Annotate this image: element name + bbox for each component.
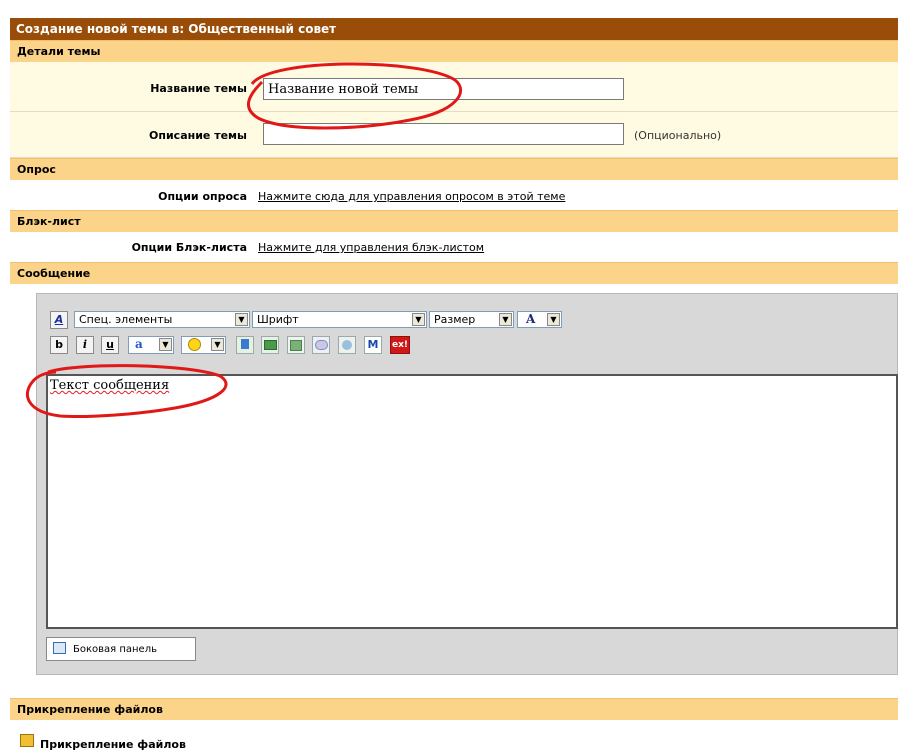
row-poll: Опции опроса Нажмите сюда для управления…	[10, 180, 898, 210]
side-panel-button[interactable]: Боковая панель	[46, 637, 196, 661]
optional-note: (Опционально)	[634, 129, 722, 142]
font-select[interactable]: Шрифт ▼	[252, 311, 427, 328]
exl-button[interactable]: ex!	[390, 336, 410, 354]
insert-image-icon[interactable]	[261, 336, 279, 354]
poll-manage-link[interactable]: Нажмите сюда для управления опросом в эт…	[258, 190, 565, 203]
topic-desc-label: Описание темы	[149, 129, 247, 142]
italic-button[interactable]: i	[76, 336, 94, 354]
topic-title-input[interactable]	[263, 78, 624, 100]
attach-image-icon[interactable]	[287, 336, 305, 354]
row-topic-desc: Описание темы (Опционально)	[10, 112, 898, 158]
smiley-icon	[188, 338, 201, 351]
size-label: Размер	[434, 313, 476, 326]
message-textarea[interactable]: Текст сообщения	[46, 374, 898, 629]
topic-desc-input[interactable]	[263, 123, 624, 145]
underline-button[interactable]: u	[101, 336, 119, 354]
row-blacklist: Опции Блэк-листа Нажмите для управления …	[10, 232, 898, 262]
section-header-details: Детали темы	[10, 40, 898, 62]
highlight-select[interactable]: a ▼	[128, 336, 174, 354]
blacklist-manage-link[interactable]: Нажмите для управления блэк-листом	[258, 241, 484, 254]
text-color-icon: A	[526, 312, 536, 326]
insert-link-icon[interactable]	[236, 336, 254, 354]
special-elements-select[interactable]: Спец. элементы ▼	[74, 311, 250, 328]
blacklist-options-label: Опции Блэк-листа	[131, 241, 247, 254]
font-format-icon[interactable]: A	[50, 311, 68, 329]
quote-icon[interactable]	[312, 336, 330, 354]
section-header-blacklist: Блэк-лист	[10, 210, 898, 232]
chevron-down-icon: ▼	[499, 313, 512, 326]
poll-options-label: Опции опроса	[158, 190, 247, 203]
section-header-poll: Опрос	[10, 158, 898, 180]
bold-button[interactable]: b	[50, 336, 68, 354]
panel-icon	[53, 642, 66, 654]
emoticon-select[interactable]: ▼	[181, 336, 226, 354]
highlight-icon: a	[135, 337, 143, 351]
chevron-down-icon: ▼	[159, 338, 172, 351]
chevron-down-icon: ▼	[211, 338, 224, 351]
spoiler-icon[interactable]	[338, 336, 356, 354]
size-select[interactable]: Размер ▼	[429, 311, 514, 328]
row-topic-title: Название темы	[10, 62, 898, 112]
text-color-select[interactable]: A ▼	[517, 311, 562, 328]
side-panel-label: Боковая панель	[73, 644, 157, 655]
chevron-down-icon: ▼	[235, 313, 248, 326]
message-text: Текст сообщения	[50, 378, 170, 393]
form-title: Создание новой темы в: Общественный сове…	[10, 18, 898, 40]
chevron-down-icon: ▼	[547, 313, 560, 326]
section-header-attachments: Прикрепление файлов	[10, 698, 898, 720]
attachments-label: Прикрепление файлов	[40, 738, 186, 751]
email-button[interactable]: M	[364, 336, 382, 354]
attachment-icon	[20, 734, 34, 747]
font-label: Шрифт	[257, 313, 299, 326]
section-header-message: Сообщение	[10, 262, 898, 284]
special-elements-label: Спец. элементы	[79, 313, 173, 326]
topic-title-label: Название темы	[150, 82, 247, 95]
chevron-down-icon: ▼	[412, 313, 425, 326]
